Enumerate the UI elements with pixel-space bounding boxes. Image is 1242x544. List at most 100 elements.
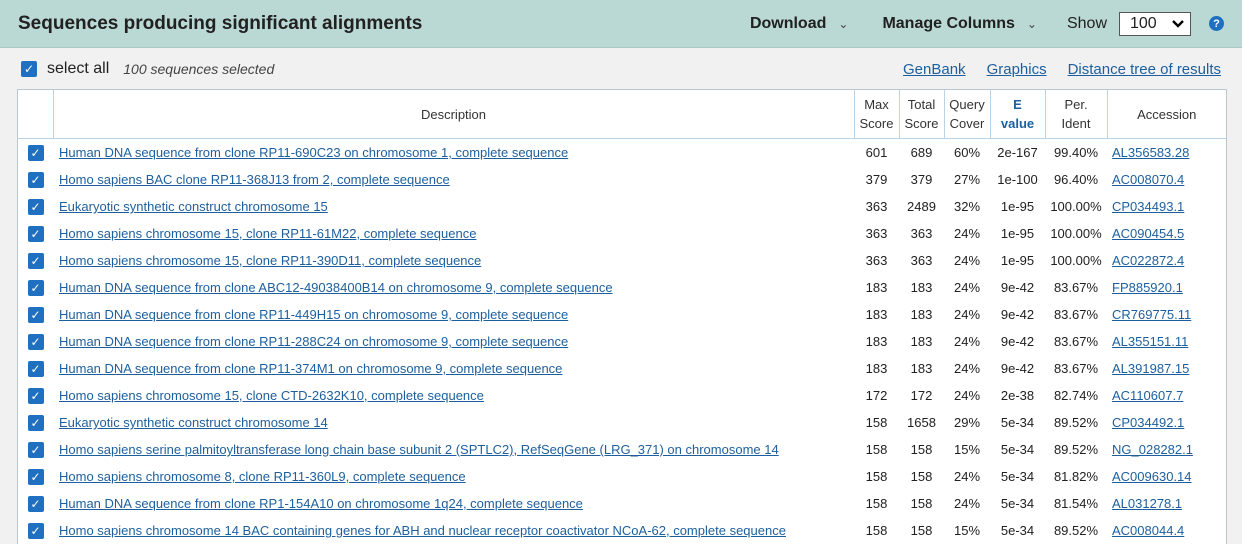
evalue-cell: 1e-95 xyxy=(1000,226,1035,241)
graphics-link[interactable]: Graphics xyxy=(987,61,1047,78)
row-checkbox[interactable]: ✓ xyxy=(27,522,44,539)
description-link[interactable]: Homo sapiens chromosome 14 BAC containin… xyxy=(59,523,786,538)
row-checkbox-cell: ✓ xyxy=(18,301,53,328)
query-cover-column-header[interactable]: Query Cover xyxy=(943,90,990,139)
query-cover-cell: 24% xyxy=(953,307,981,322)
description-link[interactable]: Homo sapiens BAC clone RP11-368J13 from … xyxy=(59,172,450,187)
genbank-link[interactable]: GenBank xyxy=(903,61,966,78)
row-checkbox[interactable]: ✓ xyxy=(27,171,44,188)
max-score-cell: 158 xyxy=(865,469,888,484)
description-link[interactable]: Human DNA sequence from clone RP1-154A10… xyxy=(59,496,583,511)
description-link[interactable]: Homo sapiens serine palmitoyltransferase… xyxy=(59,442,779,457)
per-ident-cell: 83.67% xyxy=(1053,361,1099,376)
download-menu[interactable]: Download ⌄ xyxy=(750,15,849,33)
results-header: Sequences producing significant alignmen… xyxy=(0,0,1242,48)
row-checkbox[interactable]: ✓ xyxy=(27,225,44,242)
accession-link[interactable]: CP034493.1 xyxy=(1112,199,1184,214)
description-link[interactable]: Homo sapiens chromosome 15, clone CTD-26… xyxy=(59,388,484,403)
accession-link[interactable]: AL031278.1 xyxy=(1112,496,1182,511)
row-checkbox[interactable]: ✓ xyxy=(27,441,44,458)
total-score-cell: 689 xyxy=(910,145,933,160)
max-score-cell: 183 xyxy=(865,334,888,349)
accession-link[interactable]: AL391987.15 xyxy=(1112,361,1189,376)
row-checkbox[interactable]: ✓ xyxy=(27,279,44,296)
per-ident-cell: 89.52% xyxy=(1053,523,1099,538)
description-link[interactable]: Human DNA sequence from clone RP11-690C2… xyxy=(59,145,568,160)
row-checkbox-cell: ✓ xyxy=(18,220,53,247)
row-checkbox[interactable]: ✓ xyxy=(27,360,44,377)
accession-link[interactable]: AC090454.5 xyxy=(1112,226,1184,241)
row-checkbox[interactable]: ✓ xyxy=(27,144,44,161)
manage-columns-label: Manage Columns xyxy=(882,14,1015,32)
description-link[interactable]: Human DNA sequence from clone RP11-449H1… xyxy=(59,307,568,322)
per-ident-cell: 89.52% xyxy=(1053,415,1099,430)
table-row: ✓ Homo sapiens chromosome 15, clone CTD-2… xyxy=(18,382,1226,409)
description-column-header[interactable]: Description xyxy=(52,90,854,139)
description-cell: Eukaryotic synthetic construct chromosom… xyxy=(53,409,854,436)
accession-link[interactable]: AC022872.4 xyxy=(1112,253,1184,268)
accession-link[interactable]: AC008070.4 xyxy=(1112,172,1184,187)
show-count-select[interactable]: 100 xyxy=(1119,11,1191,36)
total-score-column-header[interactable]: Total Score xyxy=(898,90,944,139)
accession-cell: AL356583.28 xyxy=(1107,139,1226,167)
accession-cell: AL031278.1 xyxy=(1107,490,1226,517)
description-link[interactable]: Homo sapiens chromosome 15, clone RP11-6… xyxy=(59,226,476,241)
query-cover-cell: 24% xyxy=(953,280,981,295)
accession-link[interactable]: AC009630.14 xyxy=(1112,469,1192,484)
row-checkbox[interactable]: ✓ xyxy=(27,495,44,512)
description-link[interactable]: Homo sapiens chromosome 8, clone RP11-36… xyxy=(59,469,466,484)
query-cover-cell: 15% xyxy=(953,442,981,457)
help-icon[interactable]: ? xyxy=(1209,16,1224,31)
accession-link[interactable]: AL355151.11 xyxy=(1112,334,1188,349)
accession-cell: AC022872.4 xyxy=(1107,247,1226,274)
per-ident-column-header[interactable]: Per. Ident xyxy=(1044,90,1107,139)
accession-link[interactable]: AC110607.7 xyxy=(1112,388,1183,403)
max-score-column-header[interactable]: Max Score xyxy=(853,90,899,139)
accession-cell: AL391987.15 xyxy=(1107,355,1226,382)
description-link[interactable]: Eukaryotic synthetic construct chromosom… xyxy=(59,199,328,214)
accession-link[interactable]: AC008044.4 xyxy=(1112,523,1184,538)
row-checkbox[interactable]: ✓ xyxy=(27,333,44,350)
description-link[interactable]: Human DNA sequence from clone ABC12-4903… xyxy=(59,280,613,295)
select-all-label[interactable]: select all xyxy=(47,60,109,78)
select-all-checkbox[interactable]: ✓ xyxy=(21,61,37,77)
row-checkbox[interactable]: ✓ xyxy=(27,414,44,431)
description-cell: Homo sapiens chromosome 15, clone CTD-26… xyxy=(53,382,854,409)
accession-link[interactable]: AL356583.28 xyxy=(1112,145,1189,160)
accession-cell: AC090454.5 xyxy=(1107,220,1226,247)
max-score-cell: 363 xyxy=(865,226,888,241)
results-table-container: Description Max Score Total Score Query Cov… xyxy=(17,89,1227,544)
distance-tree-link[interactable]: Distance tree of results xyxy=(1068,61,1221,78)
description-link[interactable]: Homo sapiens chromosome 15, clone RP11-3… xyxy=(59,253,481,268)
download-label: Download xyxy=(749,14,827,32)
manage-columns-menu[interactable]: Manage Columns ⌄ xyxy=(882,15,1037,33)
query-cover-cell: 24% xyxy=(953,388,981,403)
table-row: ✓ Homo sapiens chromosome 15, clone RP11-… xyxy=(18,220,1226,247)
row-checkbox[interactable]: ✓ xyxy=(27,306,44,323)
accession-link[interactable]: NG_028282.1 xyxy=(1112,442,1193,457)
accession-cell: AC110607.7 xyxy=(1107,382,1226,409)
row-checkbox[interactable]: ✓ xyxy=(27,468,44,485)
total-score-cell: 158 xyxy=(910,469,933,484)
row-checkbox[interactable]: ✓ xyxy=(27,387,44,404)
max-score-cell: 158 xyxy=(865,496,888,511)
row-checkbox[interactable]: ✓ xyxy=(27,198,44,215)
description-cell: Homo sapiens chromosome 15, clone RP11-3… xyxy=(53,247,854,274)
max-score-cell: 172 xyxy=(865,388,888,403)
evalue-cell: 9e-42 xyxy=(1000,307,1035,322)
row-checkbox[interactable]: ✓ xyxy=(27,252,44,269)
description-link[interactable]: Eukaryotic synthetic construct chromosom… xyxy=(59,415,328,430)
per-ident-cell: 83.67% xyxy=(1053,334,1099,349)
description-cell: Homo sapiens chromosome 8, clone RP11-36… xyxy=(53,463,854,490)
accession-column-header[interactable]: Accession xyxy=(1106,90,1226,139)
description-link[interactable]: Human DNA sequence from clone RP11-288C2… xyxy=(59,334,568,349)
per-ident-cell: 82.74% xyxy=(1053,388,1099,403)
accession-link[interactable]: FP885920.1 xyxy=(1112,280,1183,295)
per-ident-cell: 99.40% xyxy=(1053,145,1099,160)
max-score-cell: 601 xyxy=(865,145,888,160)
accession-link[interactable]: CR769775.11 xyxy=(1112,307,1191,322)
evalue-column-header[interactable]: Evalue xyxy=(989,90,1045,139)
total-score-cell: 183 xyxy=(910,280,933,295)
description-link[interactable]: Human DNA sequence from clone RP11-374M1… xyxy=(59,361,562,376)
accession-link[interactable]: CP034492.1 xyxy=(1112,415,1184,430)
